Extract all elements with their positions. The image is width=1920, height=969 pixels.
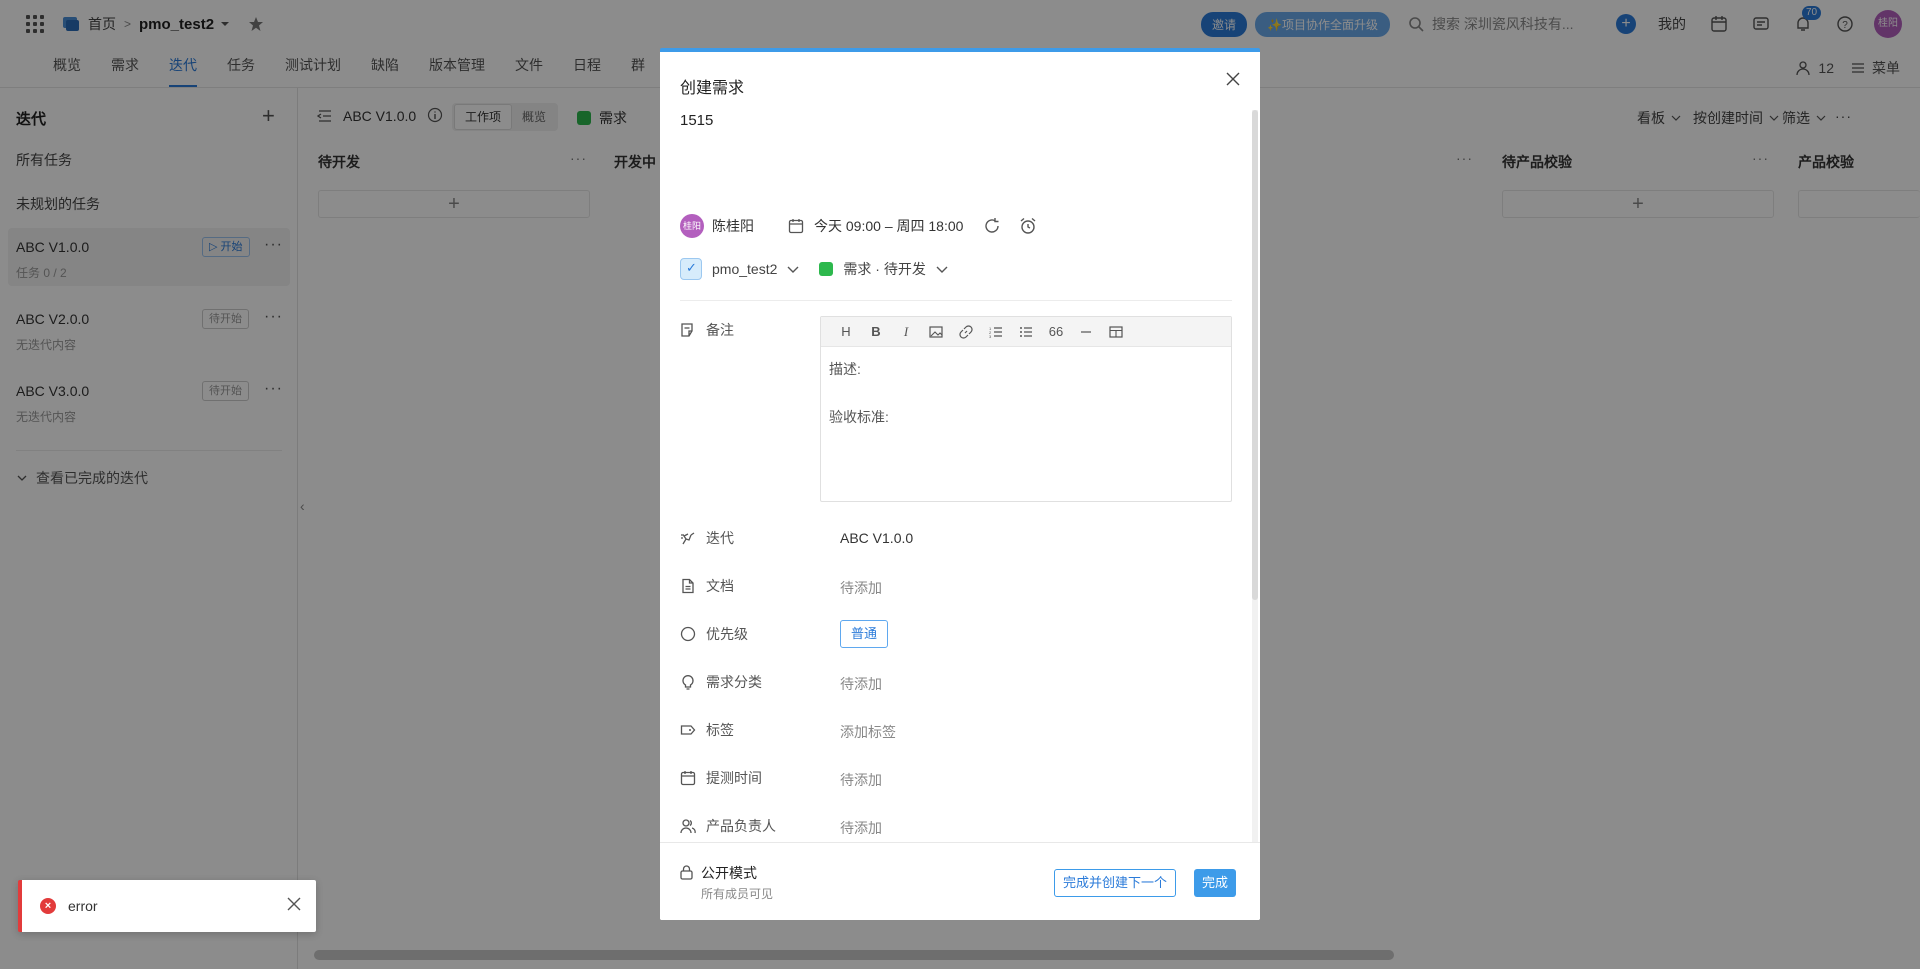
bold-icon[interactable]: B xyxy=(861,322,891,342)
field-label: 产品负责人 xyxy=(706,818,776,834)
dialog-title: 创建需求 xyxy=(680,80,745,97)
field-test-time: 提测时间 xyxy=(680,766,762,790)
table-icon[interactable] xyxy=(1101,322,1131,342)
field-iteration: 迭代 xyxy=(680,526,734,550)
date-range-picker[interactable]: 今天 09:00 – 周四 18:00 xyxy=(788,216,963,236)
dialog-footer: 公开模式 所有成员可见 完成并创建下一个 完成 xyxy=(660,842,1260,920)
remark-rich-text-editor[interactable]: H B I 123 66 描述: 验收标准: xyxy=(820,316,1232,502)
tag-icon xyxy=(680,725,696,735)
sprint-run-icon xyxy=(681,532,695,545)
toast-message: error xyxy=(68,898,98,914)
editor-blank-line xyxy=(829,381,1223,405)
field-label: 文档 xyxy=(706,578,734,594)
visibility-mode[interactable]: 公开模式 xyxy=(701,863,757,883)
category-value[interactable]: 待添加 xyxy=(840,674,882,694)
link-icon[interactable] xyxy=(951,322,981,342)
field-remark: 备注 xyxy=(680,318,734,342)
editor-line-description: 描述: xyxy=(829,361,861,377)
chevron-down-icon xyxy=(936,266,948,273)
status-select[interactable]: 需求 · 待开发 xyxy=(819,259,948,279)
field-label: 标签 xyxy=(706,722,734,738)
field-priority: 优先级 xyxy=(680,622,748,646)
field-label: 提测时间 xyxy=(706,770,762,786)
project-icon xyxy=(680,258,702,280)
done-button[interactable]: 完成 xyxy=(1194,869,1237,897)
error-toast: × error xyxy=(18,880,316,932)
circle-icon xyxy=(680,626,696,642)
horizontal-rule-icon[interactable] xyxy=(1071,322,1101,342)
status-label: 需求 · 待开发 xyxy=(843,261,926,277)
lock-icon xyxy=(680,865,693,880)
field-document: 文档 xyxy=(680,574,734,598)
dialog-divider xyxy=(680,300,1232,301)
document-icon xyxy=(682,578,694,594)
field-label: 需求分类 xyxy=(706,674,762,690)
project-select[interactable]: pmo_test2 xyxy=(712,261,777,277)
error-icon: × xyxy=(40,898,56,914)
image-icon[interactable] xyxy=(921,322,951,342)
field-label: 迭代 xyxy=(706,530,734,546)
tag-value[interactable]: 添加标签 xyxy=(840,722,896,742)
assignee-avatar: 桂阳 xyxy=(680,214,704,238)
calendar-icon xyxy=(788,219,804,234)
dialog-scrollbar[interactable] xyxy=(1252,110,1258,600)
note-icon xyxy=(681,323,693,337)
svg-text:3: 3 xyxy=(989,334,992,339)
bullet-list-icon[interactable] xyxy=(1011,322,1041,342)
priority-badge[interactable]: 普通 xyxy=(840,620,889,648)
chevron-down-icon[interactable] xyxy=(787,263,799,275)
editor-line-acceptance: 验收标准: xyxy=(829,409,889,425)
field-category: 需求分类 xyxy=(680,670,762,694)
field-label: 优先级 xyxy=(706,626,748,642)
close-icon[interactable] xyxy=(286,896,302,912)
field-label: 备注 xyxy=(706,322,734,338)
project-status-row: pmo_test2 需求 · 待开发 xyxy=(680,258,948,280)
assignment-row: 桂阳 陈桂阳 今天 09:00 – 周四 18:00 xyxy=(680,214,1037,238)
visibility-description: 所有成员可见 xyxy=(701,887,774,901)
assignee-select[interactable]: 陈桂阳 xyxy=(712,216,754,236)
save-and-create-next-button[interactable]: 完成并创建下一个 xyxy=(1054,869,1177,897)
editor-content[interactable]: 描述: 验收标准: xyxy=(821,347,1231,439)
close-icon[interactable] xyxy=(1226,72,1240,86)
user-group-icon xyxy=(680,819,696,834)
date-range-label: 今天 09:00 – 周四 18:00 xyxy=(814,218,964,234)
calendar-icon xyxy=(680,771,696,786)
ordered-list-icon[interactable]: 123 xyxy=(981,322,1011,342)
lightbulb-icon xyxy=(682,675,694,690)
heading-icon[interactable]: H xyxy=(831,322,861,342)
create-requirement-dialog: 创建需求 1515 桂阳 陈桂阳 今天 09:00 – 周四 18:00 pmo… xyxy=(660,48,1260,920)
field-tag: 标签 xyxy=(680,718,734,742)
document-value[interactable]: 待添加 xyxy=(840,578,882,598)
editor-toolbar: H B I 123 66 xyxy=(821,317,1231,347)
iteration-value[interactable]: ABC V1.0.0 xyxy=(840,530,913,546)
product-owner-value[interactable]: 待添加 xyxy=(840,818,882,838)
requirement-name-input[interactable]: 1515 xyxy=(680,112,713,129)
test-time-value[interactable]: 待添加 xyxy=(840,770,882,790)
quote-icon[interactable]: 66 xyxy=(1041,322,1071,342)
alarm-clock-icon[interactable] xyxy=(1019,217,1037,235)
requirement-type-icon xyxy=(819,262,834,276)
repeat-icon[interactable] xyxy=(983,217,1001,235)
field-product-owner: 产品负责人 xyxy=(680,814,776,838)
italic-icon[interactable]: I xyxy=(891,322,921,342)
